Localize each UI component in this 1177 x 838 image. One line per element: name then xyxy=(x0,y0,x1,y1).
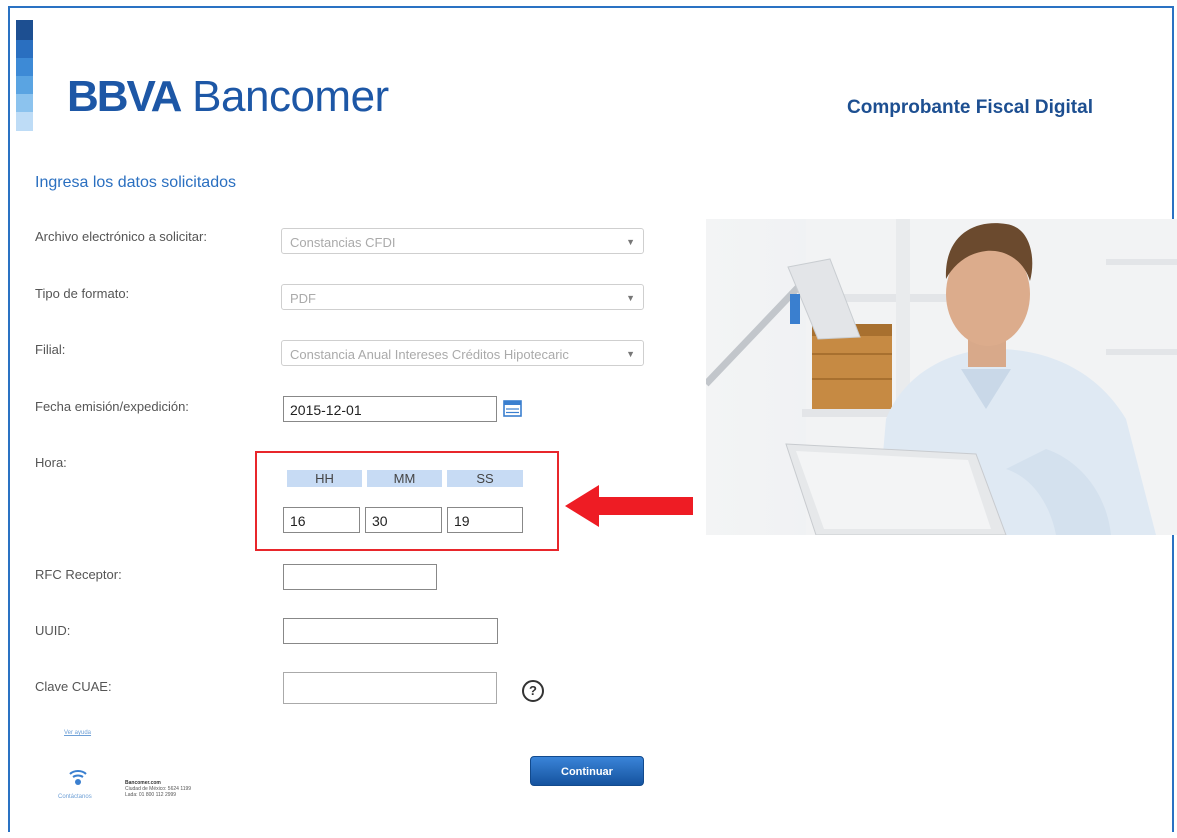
logo-light: Bancomer xyxy=(192,72,389,121)
time-highlight-box xyxy=(255,451,559,551)
brand-stripe xyxy=(16,20,33,131)
hh-input[interactable]: 16 xyxy=(283,507,360,533)
hora-label: Hora: xyxy=(35,455,67,470)
footer-info: Bancomer.com Ciudad de México: 5624 1199… xyxy=(125,780,191,798)
filial-select[interactable]: Constancia Anual Intereses Créditos Hipo… xyxy=(281,340,644,366)
cuae-label: Clave CUAE: xyxy=(35,679,112,694)
fecha-input[interactable]: 2015-12-01 xyxy=(283,396,497,422)
ss-input[interactable]: 19 xyxy=(447,507,523,533)
hh-header: HH xyxy=(287,470,362,487)
formato-select[interactable]: PDF ▼ xyxy=(281,284,644,310)
mm-input[interactable]: 30 xyxy=(365,507,442,533)
logo-bold: BBVA xyxy=(67,72,182,121)
mm-header: MM xyxy=(367,470,442,487)
uuid-label: UUID: xyxy=(35,623,71,638)
filial-selected-value: Constancia Anual Intereses Créditos Hipo… xyxy=(290,347,569,362)
chevron-down-icon: ▼ xyxy=(626,237,635,247)
continue-button[interactable]: Continuar xyxy=(530,756,644,786)
document-title: Comprobante Fiscal Digital xyxy=(847,97,1093,118)
rfc-input[interactable] xyxy=(283,564,437,590)
help-icon[interactable]: ? xyxy=(522,680,544,702)
cuae-input[interactable] xyxy=(283,672,497,704)
help-link[interactable]: Ver ayuda xyxy=(64,730,91,736)
chevron-down-icon: ▼ xyxy=(626,349,635,359)
rfc-label: RFC Receptor: xyxy=(35,567,122,582)
archivo-label: Archivo electrónico a solicitar: xyxy=(35,229,207,244)
formato-label: Tipo de formato: xyxy=(35,286,130,301)
contact-link[interactable]: Contáctanos xyxy=(58,794,92,800)
hero-photo xyxy=(706,219,1177,535)
ss-header: SS xyxy=(447,470,523,487)
chevron-down-icon: ▼ xyxy=(626,293,635,303)
footer-line2: Lada: 01 800 112 2999 xyxy=(125,792,177,798)
archivo-selected-value: Constancias CFDI xyxy=(290,235,396,250)
arrow-left-icon xyxy=(565,485,693,527)
contact-icon[interactable] xyxy=(66,770,90,788)
archivo-select[interactable]: Constancias CFDI ▼ xyxy=(281,228,644,254)
calendar-icon[interactable] xyxy=(502,398,523,418)
filial-label: Filial: xyxy=(35,342,66,357)
formato-selected-value: PDF xyxy=(290,291,316,306)
section-title: Ingresa los datos solicitados xyxy=(35,174,236,191)
fecha-label: Fecha emisión/expedición: xyxy=(35,399,189,414)
uuid-input[interactable] xyxy=(283,618,498,644)
bbva-logo: BBVA Bancomer xyxy=(67,72,389,122)
